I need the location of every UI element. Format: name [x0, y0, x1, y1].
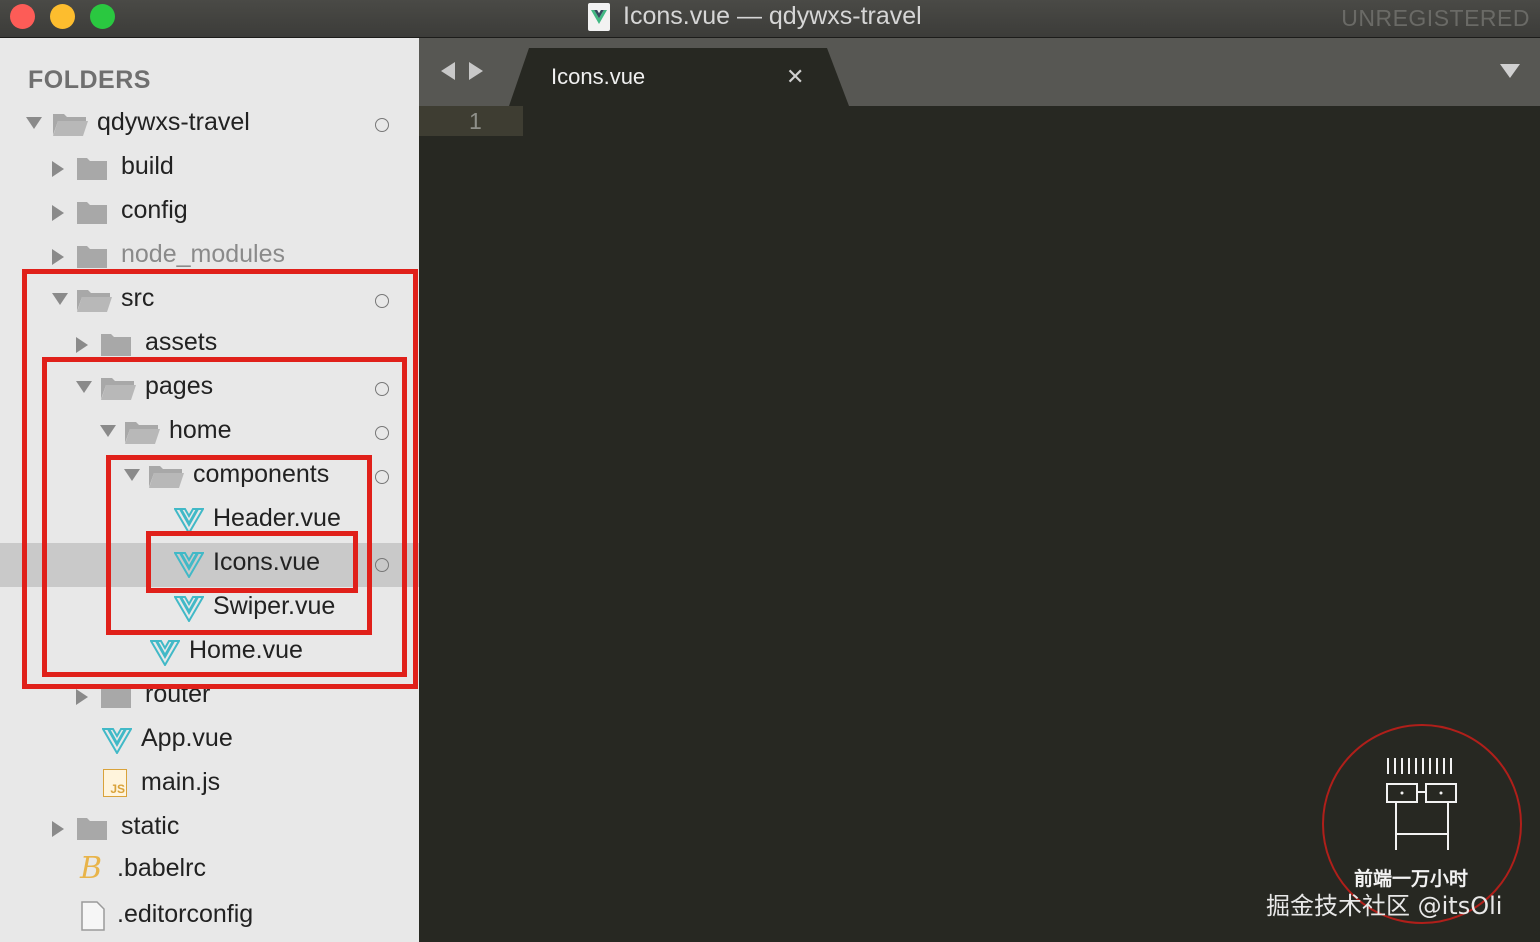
open-indicator-icon — [375, 118, 389, 132]
disclosure-collapsed-icon[interactable] — [76, 689, 88, 705]
watermark-credit: 掘金技术社区 @itsOli — [1266, 892, 1503, 920]
window-title: Icons.vue — qdywxs-travel — [623, 2, 922, 30]
tree-item-qdywxs-travel[interactable]: qdywxs-travel — [0, 103, 419, 147]
tree-item-label: .editorconfig — [117, 900, 254, 928]
tab-dropdown-icon[interactable] — [1500, 64, 1520, 78]
tree-item-build[interactable]: build — [0, 147, 419, 191]
folder-icon — [77, 246, 107, 268]
tab-bar: Icons.vue ✕ — [419, 38, 1540, 106]
tree-item-label: config — [121, 196, 188, 224]
highlight-box-icons-vue — [146, 531, 358, 593]
tree-item-label: .babelrc — [117, 854, 206, 882]
disclosure-collapsed-icon[interactable] — [52, 249, 64, 265]
title-bar: Icons.vue — qdywxs-travel UNREGISTERED — [0, 0, 1540, 38]
navigate-forward-icon[interactable] — [469, 62, 483, 80]
disclosure-collapsed-icon[interactable] — [52, 161, 64, 177]
tree-item-static[interactable]: static — [0, 807, 419, 851]
current-line-gutter: 1 — [419, 106, 523, 136]
close-tab-icon[interactable]: ✕ — [786, 64, 804, 90]
navigate-back-icon[interactable] — [441, 62, 455, 80]
tree-item-label: App.vue — [141, 724, 233, 752]
tab-icons-vue[interactable]: Icons.vue ✕ — [509, 48, 849, 106]
babel-file-icon: B — [80, 851, 103, 886]
folder-sidebar: FOLDERS qdywxs-travel build config node_… — [0, 38, 419, 942]
folders-heading: FOLDERS — [28, 66, 151, 94]
disclosure-collapsed-icon[interactable] — [52, 205, 64, 221]
zoom-window-button[interactable] — [90, 4, 115, 29]
watermark-face-icon — [1386, 758, 1457, 850]
tab-label: Icons.vue — [551, 64, 646, 89]
tree-item-label: main.js — [141, 768, 221, 796]
folder-open-icon — [53, 114, 88, 136]
tree-item-babelrc[interactable]: B .babelrc — [0, 849, 419, 893]
tree-item-app-vue[interactable]: App.vue — [0, 719, 419, 763]
js-icon-text: JS — [110, 782, 125, 796]
vue-file-icon — [102, 728, 132, 754]
js-file-icon: JS — [103, 769, 127, 797]
tree-item-label: static — [121, 812, 180, 840]
line-number: 1 — [469, 108, 482, 134]
tree-item-main-js[interactable]: JS main.js — [0, 763, 419, 807]
tree-item-config[interactable]: config — [0, 191, 419, 235]
close-window-button[interactable] — [10, 4, 35, 29]
folder-icon — [77, 818, 107, 840]
folder-icon — [77, 158, 107, 180]
license-status: UNREGISTERED — [1341, 5, 1530, 31]
tree-item-label: node_modules — [121, 240, 286, 268]
disclosure-expanded-icon[interactable] — [26, 117, 42, 129]
tree-item-label: build — [121, 152, 174, 180]
vue-document-icon — [588, 3, 610, 31]
tree-item-label: qdywxs-travel — [97, 108, 250, 136]
folder-icon — [77, 202, 107, 224]
disclosure-collapsed-icon[interactable] — [52, 821, 64, 837]
plain-file-icon — [81, 901, 105, 931]
tree-item-editorconfig[interactable]: .editorconfig — [0, 895, 419, 939]
minimize-window-button[interactable] — [50, 4, 75, 29]
